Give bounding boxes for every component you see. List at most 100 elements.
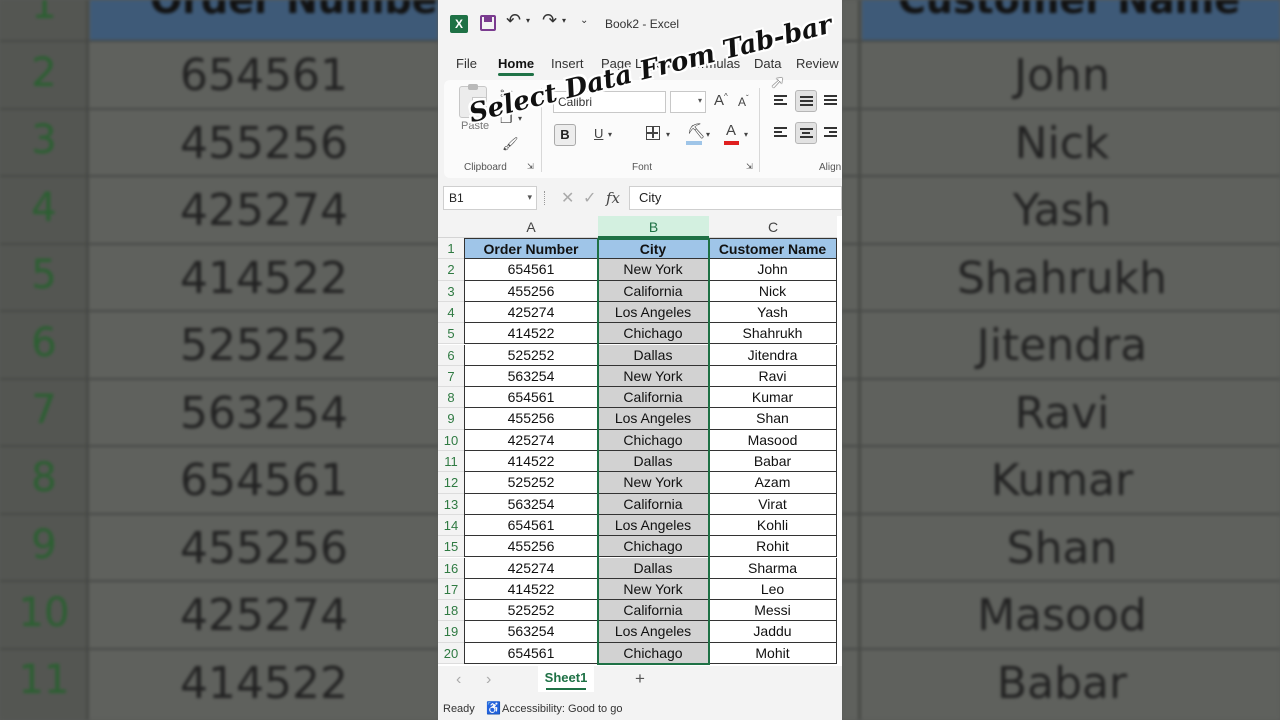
align-bottom-button[interactable] xyxy=(820,90,842,112)
table-cell[interactable]: New York xyxy=(598,259,709,281)
formula-input[interactable]: City xyxy=(629,186,842,210)
table-cell[interactable]: Shan xyxy=(709,408,837,430)
header-cell[interactable]: Order Number xyxy=(464,238,598,260)
table-cell[interactable]: Kohli xyxy=(709,514,837,537)
table-cell[interactable]: Sharma xyxy=(709,557,837,579)
header-cell[interactable]: City xyxy=(598,238,709,260)
row-header[interactable]: 11 xyxy=(438,451,464,473)
column-header-b[interactable]: B xyxy=(598,216,709,238)
table-cell[interactable]: 414522 xyxy=(464,323,598,345)
table-cell[interactable]: 525252 xyxy=(464,344,598,366)
row-header[interactable]: 3 xyxy=(438,280,464,302)
align-right-button[interactable] xyxy=(820,122,842,144)
chevron-down-icon[interactable]: ▾ xyxy=(666,130,670,139)
row-header[interactable]: 13 xyxy=(438,493,464,515)
table-cell[interactable]: 654561 xyxy=(464,387,598,409)
row-header[interactable]: 8 xyxy=(438,387,464,409)
customize-toolbar-icon[interactable]: ⌄ xyxy=(580,15,588,26)
table-cell[interactable]: Azam xyxy=(709,472,837,494)
insert-function-icon[interactable]: fx xyxy=(606,189,620,207)
table-cell[interactable]: Chichago xyxy=(598,642,709,664)
cancel-icon[interactable]: ✕ xyxy=(561,188,574,208)
table-cell[interactable]: California xyxy=(598,387,709,409)
table-cell[interactable]: Dallas xyxy=(598,451,709,473)
row-header[interactable]: 15 xyxy=(438,536,464,558)
table-cell[interactable]: Rohit xyxy=(709,536,837,558)
align-center-button[interactable] xyxy=(795,122,817,144)
table-cell[interactable]: John xyxy=(709,259,837,281)
redo-icon[interactable]: ↷ xyxy=(542,10,557,31)
row-header[interactable]: 6 xyxy=(438,344,464,366)
table-cell[interactable]: Messi xyxy=(709,600,837,622)
row-header[interactable]: 7 xyxy=(438,365,464,388)
name-box[interactable]: B1 ▾ xyxy=(443,186,537,210)
font-color-icon[interactable]: A xyxy=(726,122,736,139)
table-cell[interactable]: California xyxy=(598,493,709,515)
table-cell[interactable]: 654561 xyxy=(464,642,598,664)
table-cell[interactable]: Los Angeles xyxy=(598,514,709,537)
table-cell[interactable]: 425274 xyxy=(464,429,598,451)
table-cell[interactable]: Virat xyxy=(709,493,837,515)
table-cell[interactable]: 563254 xyxy=(464,493,598,515)
table-cell[interactable]: California xyxy=(598,280,709,302)
row-header[interactable]: 9 xyxy=(438,408,464,430)
row-header[interactable]: 10 xyxy=(438,429,464,451)
table-cell[interactable]: Masood xyxy=(709,429,837,451)
table-cell[interactable]: Los Angeles xyxy=(598,621,709,643)
table-cell[interactable]: New York xyxy=(598,472,709,494)
table-cell[interactable]: Leo xyxy=(709,578,837,601)
table-cell[interactable]: Los Angeles xyxy=(598,408,709,430)
chevron-right-icon[interactable]: › xyxy=(486,671,491,689)
format-painter-icon[interactable]: 🖌 xyxy=(502,136,519,152)
table-cell[interactable]: Shahrukh xyxy=(709,323,837,345)
row-header[interactable]: 5 xyxy=(438,323,464,345)
enter-icon[interactable]: ✓ xyxy=(583,188,596,208)
row-header[interactable]: 12 xyxy=(438,472,464,494)
column-header-a[interactable]: A xyxy=(464,216,598,238)
row-header[interactable]: 1 xyxy=(438,238,464,260)
table-cell[interactable]: 455256 xyxy=(464,536,598,558)
table-cell[interactable]: New York xyxy=(598,578,709,601)
bold-button[interactable]: B xyxy=(554,124,576,146)
sheet-tab-sheet1[interactable]: Sheet1 xyxy=(538,666,594,692)
table-cell[interactable]: Chichago xyxy=(598,536,709,558)
table-cell[interactable]: Dallas xyxy=(598,557,709,579)
table-cell[interactable]: Dallas xyxy=(598,344,709,366)
table-cell[interactable]: 563254 xyxy=(464,621,598,643)
align-middle-button[interactable] xyxy=(795,90,817,112)
tab-insert[interactable]: Insert xyxy=(551,56,584,71)
chevron-down-icon[interactable]: ▾ xyxy=(706,130,710,139)
table-cell[interactable]: 654561 xyxy=(464,259,598,281)
table-cell[interactable]: 563254 xyxy=(464,365,598,388)
row-header[interactable]: 20 xyxy=(438,642,464,664)
row-header[interactable]: 4 xyxy=(438,301,464,324)
select-all-corner[interactable] xyxy=(438,216,464,238)
align-left-button[interactable] xyxy=(770,122,792,144)
table-cell[interactable]: Kumar xyxy=(709,387,837,409)
dialog-launcher-icon[interactable]: ⇲ xyxy=(746,162,753,171)
table-cell[interactable]: Chichago xyxy=(598,429,709,451)
fill-color-icon[interactable]: ⛏ xyxy=(687,122,706,140)
table-cell[interactable]: 455256 xyxy=(464,408,598,430)
table-cell[interactable]: 425274 xyxy=(464,557,598,579)
row-header[interactable]: 18 xyxy=(438,600,464,622)
row-header[interactable]: 14 xyxy=(438,514,464,537)
chevron-down-icon[interactable]: ▾ xyxy=(744,130,748,139)
table-cell[interactable]: Jaddu xyxy=(709,621,837,643)
tab-review[interactable]: Review xyxy=(796,56,839,71)
chevron-down-icon[interactable]: ▾ xyxy=(526,16,530,25)
decrease-font-icon[interactable]: Aˇ xyxy=(738,94,749,109)
tab-data[interactable]: Data xyxy=(754,56,781,71)
font-size-box[interactable]: ▾ xyxy=(670,91,706,113)
table-cell[interactable]: New York xyxy=(598,365,709,388)
table-cell[interactable]: Mohit xyxy=(709,642,837,664)
chevron-down-icon[interactable]: ▾ xyxy=(527,192,532,203)
table-cell[interactable]: 525252 xyxy=(464,472,598,494)
table-cell[interactable]: California xyxy=(598,600,709,622)
table-cell[interactable]: 455256 xyxy=(464,280,598,302)
table-cell[interactable]: 525252 xyxy=(464,600,598,622)
chevron-left-icon[interactable]: ‹ xyxy=(456,671,461,689)
dialog-launcher-icon[interactable]: ⇲ xyxy=(527,162,534,171)
table-cell[interactable]: Los Angeles xyxy=(598,301,709,324)
table-cell[interactable]: Jitendra xyxy=(709,344,837,366)
